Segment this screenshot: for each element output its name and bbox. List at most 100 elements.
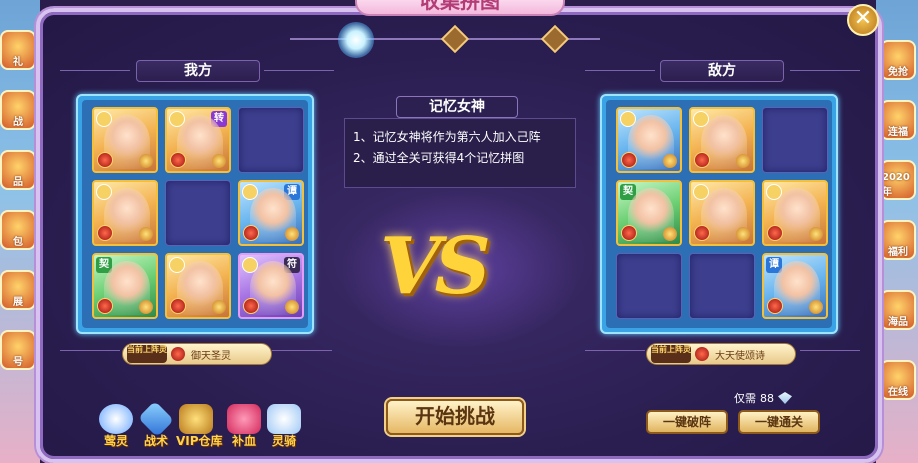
side-activity-icon[interactable]: 战	[0, 90, 36, 130]
start-challenge-button[interactable]: 开始挑战	[386, 399, 524, 435]
break-formation-button[interactable]: 一键破阵	[646, 410, 728, 434]
enemy-team-header: 敌方	[660, 60, 784, 82]
star-icon	[212, 154, 226, 168]
close-icon: ✕	[853, 6, 873, 31]
star-icon	[212, 300, 226, 314]
side-activity-icon[interactable]: 品	[0, 150, 36, 190]
cost-label: 仅需	[734, 392, 756, 405]
side-activity-icon[interactable]: 2020年	[880, 160, 916, 200]
divider	[60, 350, 120, 351]
info-description: 1、记忆女神将作为第六人加入己阵 2、通过全关可获得4个记忆拼图	[344, 118, 576, 188]
bottom-icon-mount[interactable]: 灵骑	[264, 404, 304, 448]
info-title: 记忆女神	[396, 96, 518, 118]
bottom-icon-tactics[interactable]: 战术	[136, 400, 176, 448]
element-orb-icon	[694, 225, 710, 241]
spirit-badge: 当前上阵灵	[651, 345, 691, 363]
empty-hero-slot[interactable]	[165, 180, 231, 246]
element-orb-icon	[97, 298, 113, 314]
element-orb-icon	[621, 225, 637, 241]
empty-hero-slot[interactable]	[616, 253, 682, 319]
bottom-icon-label: 灵骑	[271, 434, 296, 448]
side-activity-icon[interactable]: 包	[0, 210, 36, 250]
bottom-icon-label: 莺灵	[103, 434, 128, 448]
cost-amount: 88	[760, 391, 774, 405]
side-activity-icon[interactable]: 连福	[880, 100, 916, 140]
side-activity-icon[interactable]: 礼	[0, 30, 36, 70]
spirit-orb-icon	[171, 347, 185, 361]
bottom-icon-spirit[interactable]: 莺灵	[96, 404, 136, 448]
vs-emblem: VS	[380, 221, 491, 312]
hero-slot[interactable]	[92, 180, 158, 246]
hero-slot[interactable]: 转	[165, 107, 231, 173]
star-icon	[809, 227, 823, 241]
empty-hero-slot[interactable]	[238, 107, 304, 173]
enemy-hero-slot[interactable]	[689, 180, 755, 246]
hero-slot[interactable]: 契	[92, 253, 158, 319]
close-button[interactable]: ✕	[847, 4, 879, 36]
side-activity-icon[interactable]: 免抢	[880, 40, 916, 80]
enemy-hero-slot[interactable]: 谭	[762, 253, 828, 319]
hero-slot[interactable]	[92, 107, 158, 173]
cost-display: 仅需 88	[734, 389, 822, 407]
left-background-strip: 礼 战 品 包 展 号	[0, 0, 40, 463]
star-icon	[663, 154, 677, 168]
diamond-icon	[778, 392, 792, 404]
spirit-badge: 当前上阵灵	[127, 345, 167, 363]
current-stage-orb-icon	[338, 22, 374, 58]
star-icon	[285, 300, 299, 314]
divider	[264, 70, 334, 71]
hero-slot[interactable]	[165, 253, 231, 319]
side-activity-icon[interactable]: 展	[0, 270, 36, 310]
empty-hero-slot[interactable]	[689, 253, 755, 319]
bottom-icon-label: 补血	[231, 434, 256, 448]
enemy-hero-slot[interactable]	[689, 107, 755, 173]
info-line: 1、记忆女神将作为第六人加入己阵	[353, 130, 541, 144]
bottom-icon-label: VIP仓库	[176, 434, 223, 448]
element-orb-icon	[767, 298, 783, 314]
side-activity-icon[interactable]: 海品	[880, 290, 916, 330]
star-icon	[139, 227, 153, 241]
enemy-team-grid: 契 谭	[600, 94, 838, 334]
star-icon	[285, 227, 299, 241]
element-orb-icon	[170, 298, 186, 314]
spirit-orb-icon	[695, 347, 709, 361]
element-orb-icon	[243, 225, 259, 241]
my-spirit-bar[interactable]: 当前上阵灵 御天圣灵	[122, 343, 272, 365]
bottom-icon-vip[interactable]: VIP仓库	[176, 404, 223, 448]
bottom-icon-label: 战术	[143, 434, 168, 448]
enemy-spirit-bar[interactable]: 当前上阵灵 大天使颂诗	[646, 343, 796, 365]
star-icon	[139, 300, 153, 314]
enemy-hero-slot[interactable]	[616, 107, 682, 173]
my-team-grid: 转 谭 契 符	[76, 94, 314, 334]
spirit-egg-icon	[99, 404, 133, 434]
divider	[800, 350, 860, 351]
star-icon	[809, 300, 823, 314]
clear-all-button[interactable]: 一键通关	[738, 410, 820, 434]
element-orb-icon	[170, 152, 186, 168]
star-icon	[736, 154, 750, 168]
empty-hero-slot[interactable]	[762, 107, 828, 173]
side-activity-icon[interactable]: 号	[0, 330, 36, 370]
info-line: 2、通过全关可获得4个记忆拼图	[353, 151, 525, 165]
element-orb-icon	[621, 152, 637, 168]
spirit-name: 御天圣灵	[191, 350, 231, 362]
divider	[585, 70, 655, 71]
star-icon	[736, 227, 750, 241]
star-icon	[139, 154, 153, 168]
divider	[790, 70, 860, 71]
dialog-title: 收集拼图	[355, 0, 565, 16]
heal-icon	[227, 404, 261, 434]
bottom-icon-heal[interactable]: 补血	[224, 404, 264, 448]
divider	[272, 350, 332, 351]
side-activity-icon[interactable]: 福利	[880, 220, 916, 260]
tactics-cube-icon	[137, 400, 175, 438]
hero-slot[interactable]: 符	[238, 253, 304, 319]
enemy-hero-slot[interactable]: 契	[616, 180, 682, 246]
element-orb-icon	[97, 225, 113, 241]
spirit-name: 大天使颂诗	[715, 350, 765, 362]
hero-slot[interactable]: 谭	[238, 180, 304, 246]
side-activity-icon[interactable]: 在线	[880, 360, 916, 400]
element-orb-icon	[767, 225, 783, 241]
element-orb-icon	[694, 152, 710, 168]
enemy-hero-slot[interactable]	[762, 180, 828, 246]
